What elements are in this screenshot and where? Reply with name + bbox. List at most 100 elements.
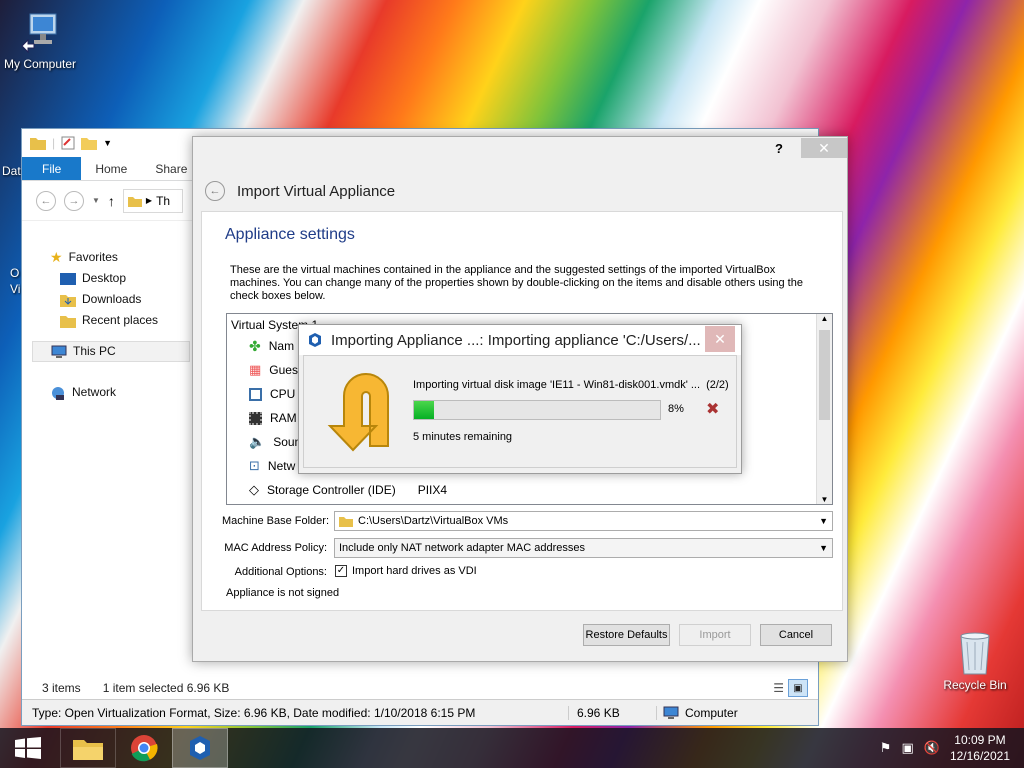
file-explorer-icon xyxy=(73,740,103,760)
progress-body: Importing virtual disk image 'IE11 - Win… xyxy=(303,355,737,468)
signature-status: Appliance is not signed xyxy=(226,587,340,599)
nav-label: Network xyxy=(72,385,117,399)
file-size: 6.96 KB xyxy=(568,705,656,720)
help-button[interactable]: ? xyxy=(775,141,783,156)
explorer-status-bar: 3 items 1 item selected 6.96 KB ☰ ▣ xyxy=(22,677,818,699)
nav-favorites[interactable]: ★ Favorites xyxy=(22,247,190,268)
import-vdi-checkbox-row[interactable]: ✓ Import hard drives as VDI xyxy=(335,565,477,577)
mac-policy-select[interactable]: Include only NAT network adapter MAC add… xyxy=(334,538,833,558)
wizard-title: Import Virtual Appliance xyxy=(237,182,396,200)
nav-item-downloads[interactable]: Downloads xyxy=(22,289,190,310)
tree-row-storage-controller[interactable]: ◇ Storage Controller (IDE) PIIX4 xyxy=(227,478,832,502)
properties-icon[interactable] xyxy=(61,136,75,150)
tree-scrollbar[interactable]: ▲ ▼ xyxy=(816,314,832,504)
clock[interactable]: 10:09 PM 12/16/2021 xyxy=(950,732,1010,764)
back-arrow-icon[interactable]: ← xyxy=(205,181,225,201)
action-center-icon[interactable]: ⚑ xyxy=(880,740,892,756)
folder-icon xyxy=(339,517,353,527)
details-view-icon[interactable]: ☰ xyxy=(773,681,784,695)
base-folder-select[interactable]: C:\Users\Dartz\VirtualBox VMs ▼ xyxy=(334,511,833,531)
tree-label: RAM xyxy=(270,411,297,425)
network-status-icon[interactable]: ▣ xyxy=(901,740,913,756)
dialog-title-bar: ? ✕ xyxy=(193,137,847,159)
tree-label: Nam xyxy=(268,339,295,353)
restore-defaults-button[interactable]: Restore Defaults xyxy=(583,624,670,646)
nav-item-this-pc[interactable]: This PC xyxy=(32,341,190,362)
description-text: These are the virtual machines contained… xyxy=(230,264,803,302)
chevron-right-icon: ▶ xyxy=(145,196,153,205)
chevron-down-icon: ▼ xyxy=(819,516,828,526)
close-button[interactable]: ✕ xyxy=(801,138,847,158)
taskbar-file-explorer[interactable] xyxy=(60,728,116,768)
desktop-icon-my-computer[interactable]: My Computer xyxy=(2,10,78,71)
scroll-down-icon[interactable]: ▼ xyxy=(817,495,832,504)
nav-item-desktop[interactable]: Desktop xyxy=(22,268,190,289)
tab-home[interactable]: Home xyxy=(81,157,141,180)
operation-step: (2/2) xyxy=(706,379,729,391)
nav-label: This PC xyxy=(73,344,116,358)
back-button[interactable]: ← xyxy=(36,190,56,211)
computer-icon xyxy=(51,345,67,358)
volume-muted-icon[interactable]: 🔇 xyxy=(924,740,940,756)
nav-item-recent-places[interactable]: Recent places xyxy=(22,310,190,331)
system-tray: ⚑ ▣ 🔇 10:09 PM 12/16/2021 xyxy=(880,728,1024,768)
operation-label: Importing virtual disk image 'IE11 - Win… xyxy=(413,379,701,391)
desktop-icon xyxy=(60,272,76,285)
up-button[interactable]: ↑ xyxy=(108,193,115,209)
large-icons-view-icon[interactable]: ▣ xyxy=(788,679,808,697)
storage-controller-icon: ◇ xyxy=(249,482,259,497)
ram-icon xyxy=(249,411,262,425)
progress-percent: 8% xyxy=(668,403,684,415)
time-remaining: 5 minutes remaining xyxy=(413,431,513,443)
explorer-details-bar: Type: Open Virtualization Format, Size: … xyxy=(22,699,818,725)
tree-label: Gues xyxy=(269,363,298,377)
location: Computer xyxy=(685,705,738,720)
taskbar-chrome[interactable] xyxy=(116,728,172,768)
import-progress-dialog: Importing Appliance ...: Importing appli… xyxy=(298,324,742,474)
network-icon xyxy=(52,386,64,400)
new-folder-icon[interactable] xyxy=(81,136,98,150)
tree-label: Netw xyxy=(267,459,296,473)
forward-button[interactable]: → xyxy=(64,190,84,211)
desktop-partial-label: Dat xyxy=(2,164,21,178)
tab-file[interactable]: File xyxy=(22,157,82,180)
additional-options-label: Additional Options: xyxy=(234,566,327,578)
address-box[interactable]: ▶ Th xyxy=(122,188,183,213)
base-folder-label: Machine Base Folder: xyxy=(222,515,329,527)
file-details: Type: Open Virtualization Format, Size: … xyxy=(32,705,476,720)
import-button[interactable]: Import xyxy=(679,624,751,646)
import-vdi-checkbox[interactable]: ✓ xyxy=(335,565,347,577)
progress-fill xyxy=(414,401,434,419)
chevron-down-icon[interactable]: ▼ xyxy=(92,196,100,205)
taskbar-virtualbox[interactable] xyxy=(172,728,228,768)
desktop-icon-label: Recycle Bin xyxy=(943,678,1007,692)
close-button[interactable]: ✕ xyxy=(705,326,735,352)
windows-icon: ▦ xyxy=(249,362,262,377)
scroll-up-icon[interactable]: ▲ xyxy=(817,314,832,328)
nav-label: Recent places xyxy=(82,313,159,327)
start-button[interactable] xyxy=(0,728,56,768)
cpu-icon xyxy=(249,387,262,401)
name-icon: ✤ xyxy=(249,337,261,354)
folder-icon xyxy=(30,138,46,150)
desktop-icon-label: My Computer xyxy=(3,57,77,71)
chevron-down-icon[interactable]: ▼ xyxy=(103,138,112,148)
nav-item-network[interactable]: Network xyxy=(22,382,190,403)
selection-info: 1 item selected 6.96 KB xyxy=(102,681,230,695)
chrome-icon xyxy=(131,735,158,762)
cancel-operation-icon[interactable]: ✖ xyxy=(706,399,719,419)
tree-label: Soun xyxy=(273,435,302,449)
network-adapter-icon: ⊡ xyxy=(249,458,260,473)
recent-places-icon xyxy=(60,315,76,328)
folder-icon xyxy=(127,196,142,207)
cancel-button[interactable]: Cancel xyxy=(760,624,832,646)
desktop-icon-recycle-bin[interactable]: Recycle Bin xyxy=(940,630,1010,692)
clock-date: 12/16/2021 xyxy=(949,749,1010,763)
section-heading: Appliance settings xyxy=(225,226,355,243)
nav-label: Favorites xyxy=(68,250,118,264)
checkbox-label: Import hard drives as VDI xyxy=(352,565,477,577)
nav-label: Downloads xyxy=(82,292,142,306)
scroll-thumb[interactable] xyxy=(819,330,830,420)
computer-icon xyxy=(663,706,679,719)
taskbar: ⚑ ▣ 🔇 10:09 PM 12/16/2021 xyxy=(0,728,1024,768)
